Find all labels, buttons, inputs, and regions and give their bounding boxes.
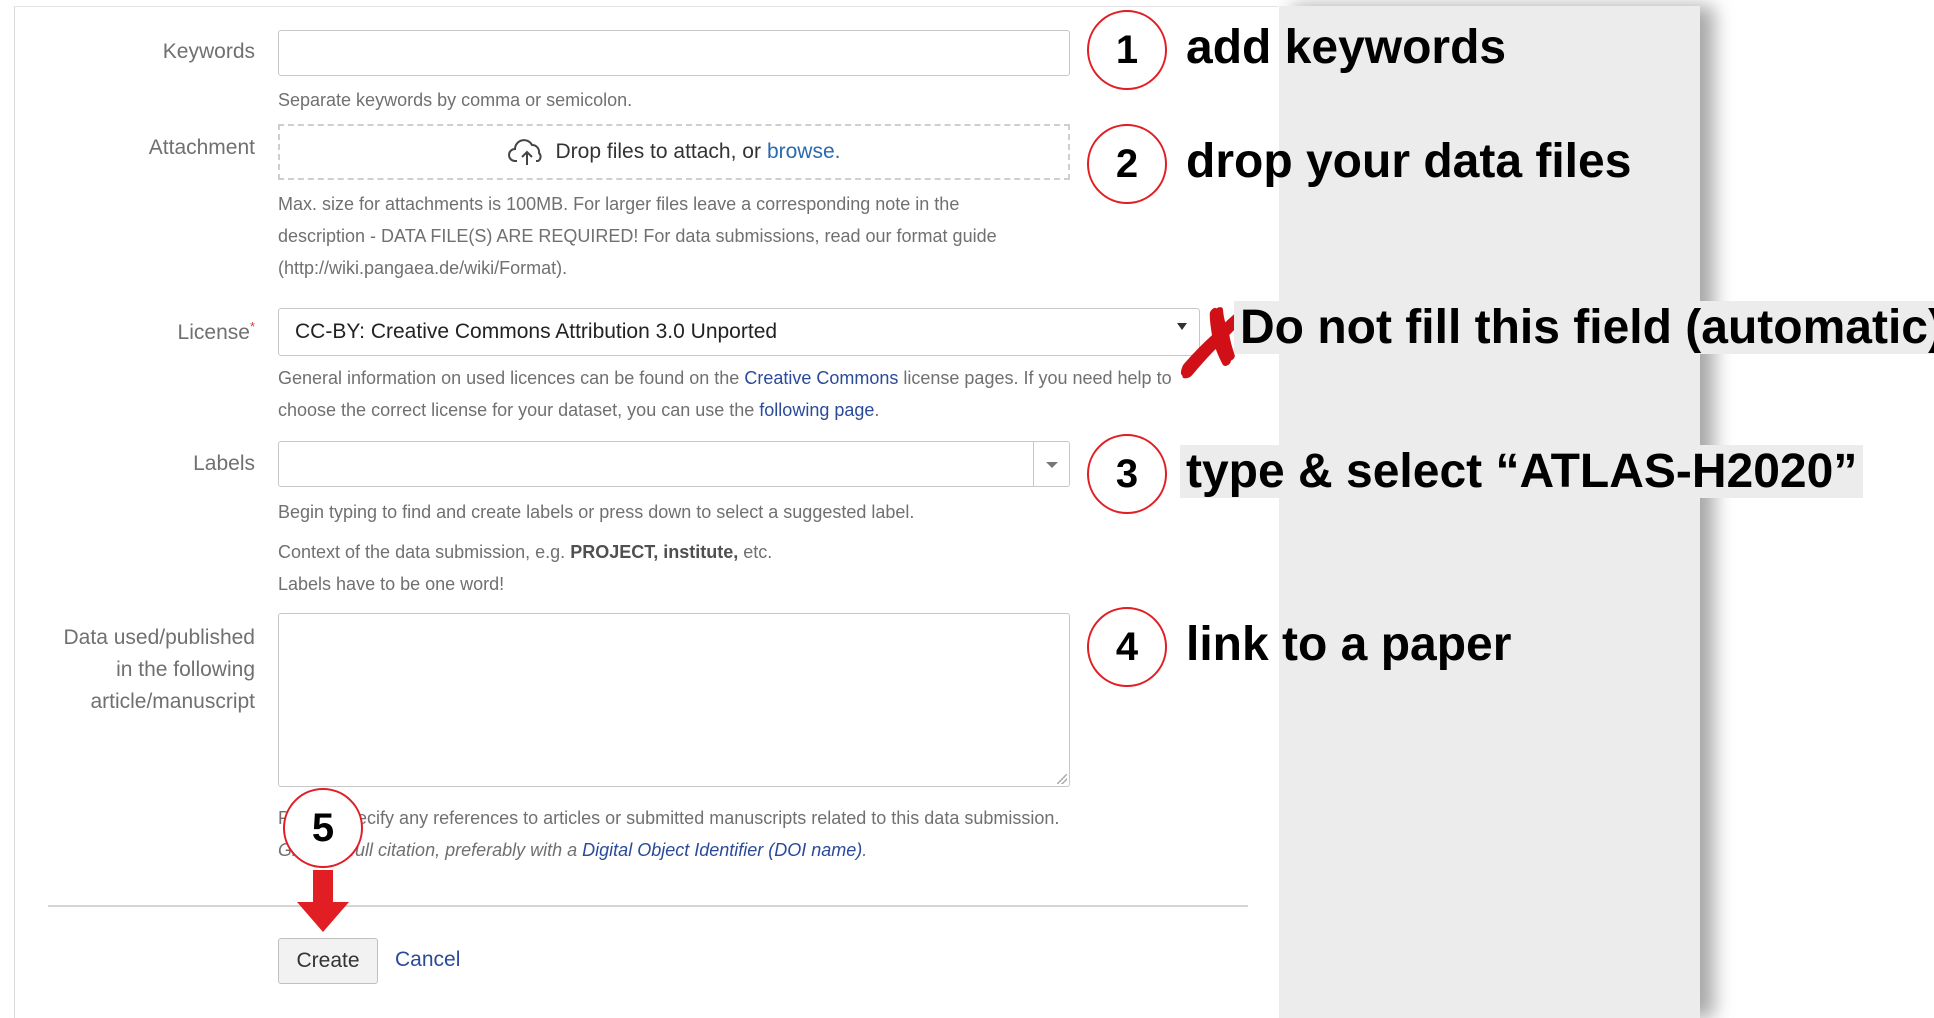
license-select[interactable]: CC-BY: Creative Commons Attribution 3.0 … xyxy=(278,308,1200,356)
labels-help-2-prefix: Context of the data submission, e.g. xyxy=(278,542,566,562)
required-mark: * xyxy=(249,319,255,334)
license-label-text: License xyxy=(177,321,250,344)
license-help-1: General information on used licences can… xyxy=(278,362,1172,394)
labels-help-2-suffix: etc. xyxy=(743,542,773,562)
article-label: Data used/published in the following art… xyxy=(30,622,255,718)
labels-help-2: Context of the data submission, e.g. PRO… xyxy=(278,536,772,568)
license-help-2: choose the correct license for your data… xyxy=(278,394,879,426)
labels-help-3: Labels have to be one word! xyxy=(278,574,505,594)
license-help-text-2: license pages. If you need help to xyxy=(903,368,1172,388)
attachment-label: Attachment xyxy=(148,136,255,159)
step-2-circle: 2 xyxy=(1087,124,1167,204)
license-note-text: Do not fill this field (automatic) xyxy=(1234,300,1934,355)
creative-commons-link[interactable]: Creative Commons xyxy=(744,368,898,388)
step-3-label: type & select “ATLAS-H2020” xyxy=(1180,445,1864,498)
attachment-help-3: (http://wiki.pangaea.de/wiki/Format). xyxy=(278,258,568,278)
step-4-text: link to a paper xyxy=(1186,618,1512,671)
article-help-2-period: . xyxy=(862,840,868,860)
keywords-label: Keywords xyxy=(162,40,255,63)
license-help-text-3: choose the correct license for your data… xyxy=(278,400,755,420)
license-note-label: Do not fill this field (automatic) xyxy=(1234,301,1934,354)
keywords-help: Separate keywords by comma or semicolon. xyxy=(278,90,633,110)
red-arrow-down-icon xyxy=(297,902,349,932)
labels-dropdown-button[interactable] xyxy=(1033,442,1069,486)
resize-handle-icon[interactable] xyxy=(1057,774,1067,784)
step-4-circle: 4 xyxy=(1087,607,1167,687)
red-arrow-shaft xyxy=(313,870,333,904)
footer-divider xyxy=(48,905,1248,907)
article-textarea[interactable] xyxy=(278,613,1070,787)
doi-link[interactable]: Digital Object Identifier (DOI name) xyxy=(582,840,862,860)
article-label-line-1: Data used/published xyxy=(63,626,255,649)
license-selected-value: CC-BY: Creative Commons Attribution 3.0 … xyxy=(295,320,778,343)
dialog-top-border xyxy=(14,6,1278,7)
caret-down-icon xyxy=(1046,462,1058,468)
article-label-line-3: article/manuscript xyxy=(90,690,255,713)
keywords-input[interactable] xyxy=(278,30,1070,76)
dropzone-text: Drop files to attach, or xyxy=(555,140,761,163)
labels-help-2-bold: PROJECT, institute, xyxy=(570,542,739,562)
step-3-text: type & select “ATLAS-H2020” xyxy=(1180,444,1864,499)
article-label-line-2: in the following xyxy=(116,658,255,681)
cloud-upload-icon xyxy=(507,139,542,165)
step-1-text: add keywords xyxy=(1186,21,1507,74)
labels-label: Labels xyxy=(193,452,255,475)
cancel-link[interactable]: Cancel xyxy=(395,948,460,972)
labels-input[interactable] xyxy=(278,441,1070,487)
browse-link[interactable]: browse. xyxy=(767,140,841,164)
step-5-circle: 5 xyxy=(283,788,363,868)
license-help-text-1: General information on used licences can… xyxy=(278,368,740,388)
article-help-1: Please specify any references to article… xyxy=(278,808,1060,828)
create-button[interactable]: Create xyxy=(278,938,378,984)
step-1-circle: 1 xyxy=(1087,10,1167,90)
article-help-2: Give the full citation, preferably with … xyxy=(278,834,867,866)
step-2-text: drop your data files xyxy=(1186,135,1632,188)
attachment-help-2: description - DATA FILE(S) ARE REQUIRED!… xyxy=(278,226,997,246)
license-help-period: . xyxy=(874,400,880,420)
step-3-circle: 3 xyxy=(1087,434,1167,514)
background xyxy=(1700,0,1934,1018)
attachment-help-1: Max. size for attachments is 100MB. For … xyxy=(278,194,960,214)
attachment-dropzone[interactable]: Drop files to attach, or browse. xyxy=(278,124,1070,180)
license-label: License* xyxy=(60,319,255,345)
labels-help-1: Begin typing to find and create labels o… xyxy=(278,502,915,522)
following-page-link[interactable]: following page xyxy=(759,400,874,420)
